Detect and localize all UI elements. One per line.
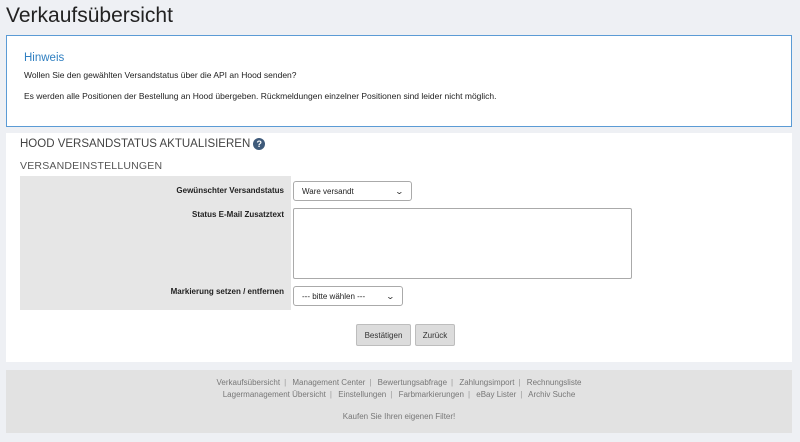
notice-text-2: Es werden alle Positionen der Bestellung… <box>24 91 497 101</box>
shipping-status-value: Ware versandt <box>302 186 354 196</box>
email-text-label: Status E-Mail Zusatztext <box>191 210 284 219</box>
footer: Verkaufsübersicht | Management Center | Be… <box>6 370 792 433</box>
notice-title: Hinweis <box>24 52 65 64</box>
footer-link-lagermanagement[interactable]: Lagermanagement Übersicht <box>223 390 326 399</box>
notice-box: Hinweis Wollen Sie den gewählten Versand… <box>6 35 792 127</box>
notice-text-1: Wollen Sie den gewählten Versandstatus ü… <box>24 70 297 80</box>
page-title: Verkaufsübersicht <box>6 4 173 27</box>
footer-link-zahlungsimport[interactable]: Zahlungsimport <box>459 378 514 387</box>
shipping-status-panel: HOOD VERSANDSTATUS AKTUALISIEREN ? VERSA… <box>6 133 792 362</box>
footer-link-archiv-suche[interactable]: Archiv Suche <box>528 390 575 399</box>
shipping-status-select[interactable]: Ware versandt ⌄ <box>293 181 412 201</box>
shipping-status-label: Gewünschter Versandstatus <box>176 186 284 195</box>
back-button[interactable]: Zurück <box>415 324 455 346</box>
chevron-down-icon: ⌄ <box>385 291 396 301</box>
footer-links-row-2: Lagermanagement Übersicht | Einstellungen… <box>222 390 576 399</box>
email-text-textarea[interactable] <box>293 208 632 279</box>
footer-link-management-center[interactable]: Management Center <box>292 378 365 387</box>
footer-link-einstellungen[interactable]: Einstellungen <box>338 390 386 399</box>
marker-select[interactable]: --- bitte wählen --- ⌄ <box>293 286 403 306</box>
footer-link-bewertungsabfrage[interactable]: Bewertungsabfrage <box>378 378 447 387</box>
footer-link-verkaufsuebersicht[interactable]: Verkaufsübersicht <box>216 378 280 387</box>
marker-label: Markierung setzen / entfernen <box>170 287 284 296</box>
footer-links-row-1: Verkaufsübersicht | Management Center | Be… <box>216 378 582 387</box>
marker-value: --- bitte wählen --- <box>302 291 366 301</box>
confirm-button[interactable]: Bestätigen <box>356 324 411 346</box>
section-subtitle: VERSANDEINSTELLUNGEN <box>20 160 163 172</box>
footer-tagline: Kaufen Sie Ihren eigenen Filter! <box>342 412 456 421</box>
footer-link-ebay-lister[interactable]: eBay Lister <box>476 390 516 399</box>
footer-link-rechnungsliste[interactable]: Rechnungsliste <box>527 378 582 387</box>
section-title: HOOD VERSANDSTATUS AKTUALISIEREN ? <box>20 138 266 150</box>
footer-link-farbmarkierungen[interactable]: Farbmarkierungen <box>399 390 464 399</box>
section-title-text: HOOD VERSANDSTATUS AKTUALISIEREN <box>20 138 251 150</box>
help-icon[interactable]: ? <box>253 138 266 150</box>
chevron-down-icon: ⌄ <box>394 186 405 196</box>
